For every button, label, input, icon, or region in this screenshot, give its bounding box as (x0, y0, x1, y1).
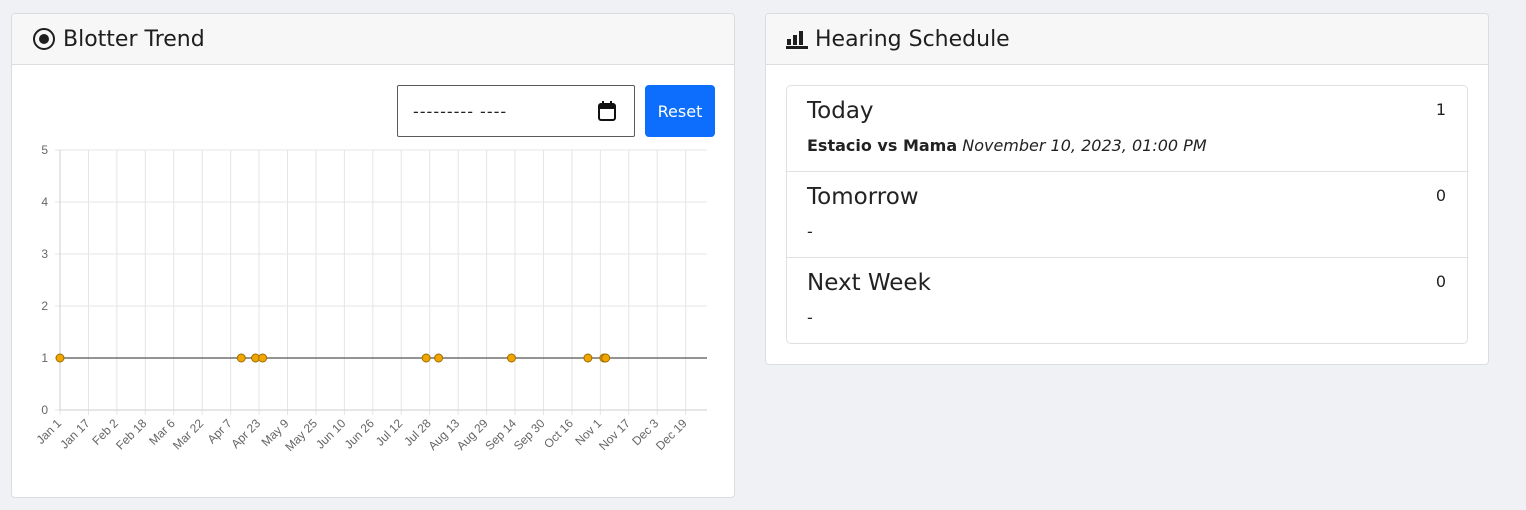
x-tick-label: Sep 30 (511, 416, 548, 453)
data-point (583, 353, 593, 363)
x-tick-label: Mar 22 (170, 416, 207, 453)
hearing-item-today: Today 1 Estacio vs Mama November 10, 202… (787, 86, 1467, 172)
y-tick-label: 5 (41, 143, 48, 157)
hearing-case-name: Estacio vs Mama (807, 136, 958, 155)
data-point (258, 353, 268, 363)
hearing-schedule-header: Hearing Schedule (766, 14, 1488, 65)
data-point (601, 353, 611, 363)
hearing-item-count: 1 (1435, 100, 1446, 119)
blotter-trend-card: Blotter Trend --------- ---- Reset 01234… (11, 13, 735, 498)
hearing-schedule-card: Hearing Schedule Today 1 Estacio vs Mama… (765, 13, 1489, 365)
x-tick-label: Dec 19 (653, 416, 690, 453)
x-tick-label: Feb 18 (113, 416, 150, 453)
hearing-item-count: 0 (1435, 186, 1446, 205)
x-tick-label: Jul 12 (373, 416, 406, 449)
bar-chart-icon (786, 29, 808, 49)
data-point (506, 353, 516, 363)
x-tick-label: Jan 17 (57, 416, 93, 452)
hearing-case-datetime: November 10, 2023, 01:00 PM (962, 136, 1207, 155)
x-tick-label: Oct 16 (541, 416, 576, 451)
hearing-item-count: 0 (1435, 272, 1446, 291)
data-point (421, 353, 431, 363)
hearing-item-tomorrow: Tomorrow 0 - (787, 172, 1467, 258)
data-point (236, 353, 246, 363)
data-point (55, 353, 65, 363)
hearing-item-detail: Estacio vs Mama November 10, 2023, 01:00… (807, 136, 1447, 155)
y-tick-label: 3 (41, 247, 48, 261)
x-tick-label: Jun 10 (313, 416, 349, 452)
hearing-schedule-title: Hearing Schedule (815, 26, 1010, 52)
hearing-item-label: Tomorrow (807, 184, 919, 210)
y-tick-label: 4 (41, 195, 48, 209)
x-tick-label: May 25 (282, 416, 320, 454)
hearing-item-empty: - (807, 222, 813, 241)
y-tick-label: 1 (41, 351, 48, 365)
data-point (434, 353, 444, 363)
y-tick-label: 0 (41, 403, 48, 417)
blotter-trend-chart: 012345Jan 1Jan 17Feb 2Feb 18Mar 6Mar 22A… (33, 143, 707, 454)
hearing-item-label: Today (807, 98, 874, 124)
hearing-item-label: Next Week (807, 270, 931, 296)
x-tick-label: Nov 17 (596, 416, 633, 453)
hearing-item-next-week: Next Week 0 - (787, 258, 1467, 343)
y-tick-label: 2 (41, 299, 48, 313)
x-tick-label: Jun 26 (342, 416, 378, 452)
hearing-item-empty: - (807, 308, 813, 327)
hearing-list: Today 1 Estacio vs Mama November 10, 202… (786, 85, 1468, 344)
x-tick-label: Apr 23 (228, 416, 263, 451)
